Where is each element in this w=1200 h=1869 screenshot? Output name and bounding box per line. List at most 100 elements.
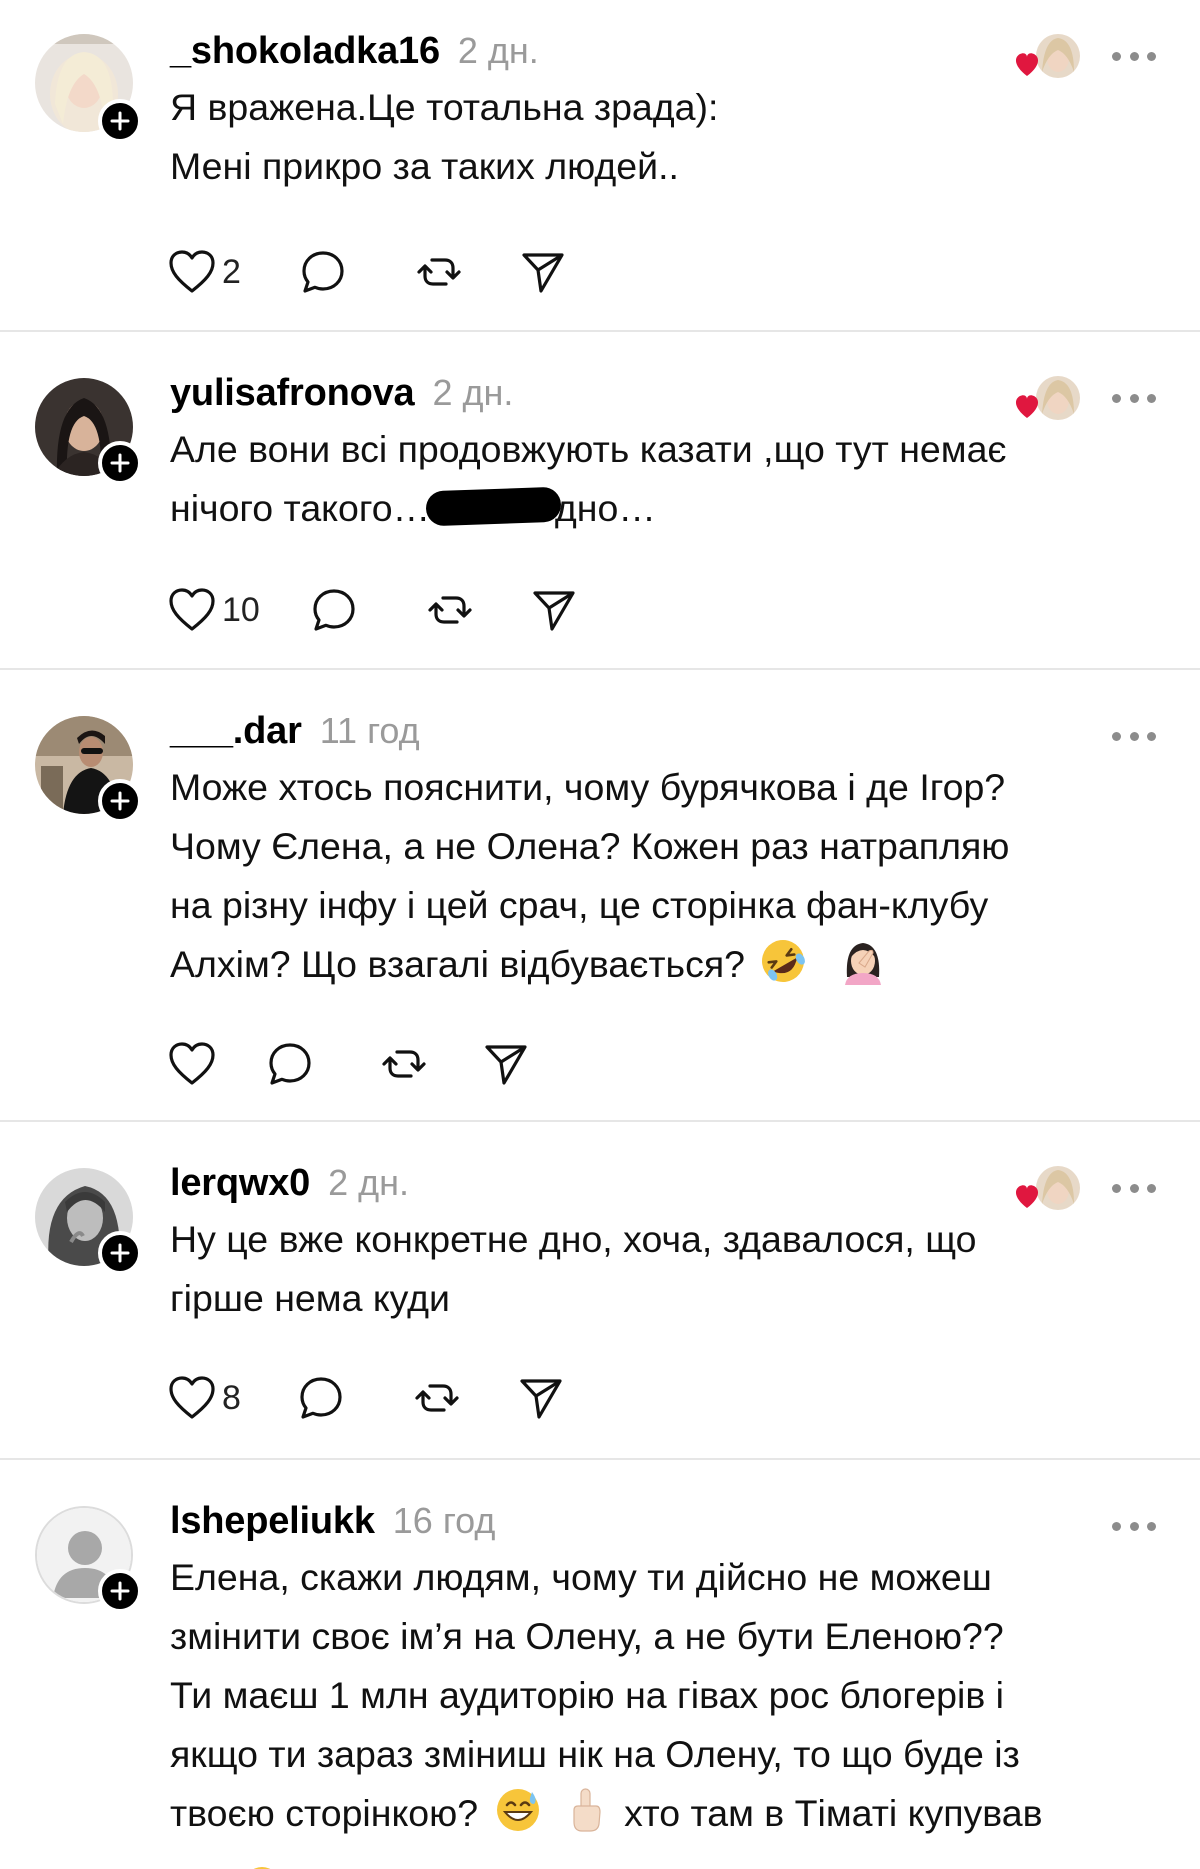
username[interactable]: _shokoladka16 [170,30,440,73]
rolling-on-floor-laughing-emoji-icon [762,940,805,982]
paper-plane-icon [520,1379,562,1419]
timestamp: 2 дн. [432,372,514,413]
post: lshepeliukk 16 год Елена, скажи людям, ч… [0,1464,1200,1869]
post-text-line: якщо ти зараз зміниш нік на Олену, то що… [170,1733,1020,1775]
more-options-button[interactable] [1112,1520,1156,1532]
username[interactable]: yulisafronova [170,372,415,415]
post-text-line: Мені прикро за таких людей.. [170,145,679,187]
divider [0,1458,1200,1460]
speech-bubble-icon [313,589,355,631]
plus-icon [110,1243,130,1263]
like-button[interactable]: 2 [168,249,241,295]
repost-arrows-icon [382,1050,426,1078]
repost-button[interactable] [413,1374,461,1422]
liked-by-author-icon [1015,34,1080,78]
follow-plus-button[interactable] [98,779,142,823]
post-text: Ну це вже конкретне дно, хоча, здавалося… [170,1210,1170,1328]
heart-outline-icon [169,250,215,293]
post: yulisafronova 2 дн. Але вони всі продовж… [0,336,1200,668]
post-text-line: Елена, скажи людям, чому ти дійсно не мо… [170,1556,992,1598]
more-options-button[interactable] [1112,392,1156,404]
post-text-line: Я вражена.Це тотальна зрада): [170,86,719,128]
timestamp: 11 год [319,710,420,751]
post-text-line: твоєю сторінкою? хто там в Тіматі купував [170,1784,1170,1843]
follow-plus-button[interactable] [98,1231,142,1275]
woman-facepalming-emoji-icon [845,943,882,985]
threads-reply-feed: _shokoladka16 2 дн. Я вражена.Це тотальн… [0,0,1200,1869]
divider [0,1120,1200,1122]
redacted-word: йобано [430,479,555,538]
plus-icon [110,1581,130,1601]
like-count: 10 [222,590,260,629]
timestamp: 16 год [392,1500,496,1541]
post: ___.dar 11 год Може хтось пояснити, чому… [0,674,1200,1120]
paper-plane-icon [485,1045,527,1085]
reply-button[interactable] [297,1374,345,1422]
post-text-line: гірше нема куди [170,1277,451,1319]
repost-arrows-icon [415,1384,459,1412]
heart-outline-icon [169,1042,215,1085]
speech-bubble-icon [300,1377,342,1419]
follow-plus-button[interactable] [98,1569,142,1613]
liked-by-author-icon [1015,376,1080,420]
follow-plus-button[interactable] [98,441,142,485]
share-button[interactable] [517,1374,565,1422]
like-button[interactable] [168,1041,216,1087]
heart-outline-icon [169,588,215,631]
heart-outline-icon [169,1376,215,1419]
plus-icon [110,111,130,131]
plus-icon [110,453,130,473]
post-text-fragment: Алхім? Що взагалі відбувається? [170,943,746,985]
post-text-line: Але вони всі продовжують казати ,що тут … [170,428,1007,470]
repost-button[interactable] [426,586,474,634]
post-text-line: Ти маєш 1 млн аудиторію на гівах рос бло… [170,1674,1004,1716]
reply-button[interactable] [299,248,347,296]
timestamp: 2 дн. [328,1162,410,1203]
share-button[interactable] [519,248,567,296]
share-button[interactable] [482,1040,530,1088]
index-pointing-up-emoji-icon [573,1788,601,1832]
post-text: Може хтось пояснити, чому бурячкова і де… [170,758,1170,994]
post: _shokoladka16 2 дн. Я вражена.Це тотальн… [0,0,1200,330]
like-count: 2 [222,252,241,291]
more-options-button[interactable] [1112,50,1156,62]
post-text-fragment: дно… [554,487,656,529]
post-text-line: Ну це вже конкретне дно, хоча, здавалося… [170,1218,977,1260]
post-text-line: нічого такого…йобанодно… [170,479,1170,538]
post-text-fragment: нічого такого… [170,487,431,529]
repost-arrows-icon [417,258,461,286]
paper-plane-icon [522,253,564,293]
grinning-sweat-emoji-icon [497,1789,540,1831]
reply-button[interactable] [266,1040,314,1088]
more-options-button[interactable] [1112,730,1156,742]
post-text-line: Алхім? Що взагалі відбувається? [170,935,1170,994]
share-button[interactable] [530,586,578,634]
repost-button[interactable] [380,1040,428,1088]
post: lerqwx0 2 дн. Ну це вже конкретне дно, х… [0,1126,1200,1458]
divider [0,330,1200,332]
paper-plane-icon [533,591,575,631]
post-text-fragment: твоєю сторінкою? [170,1792,479,1834]
like-button[interactable]: 8 [168,1375,241,1421]
username[interactable]: ___.dar [170,710,302,753]
like-count: 8 [222,1378,241,1417]
more-options-button[interactable] [1112,1182,1156,1194]
post-text-line-cutoff [170,1865,1170,1869]
post-text: Елена, скажи людям, чому ти дійсно не мо… [170,1548,1170,1869]
post-text-line: на різну інфу і цей срач, це сторінка фа… [170,884,989,926]
reply-button[interactable] [310,586,358,634]
liked-by-author-icon [1015,1166,1080,1210]
post-text: Але вони всі продовжують казати ,що тут … [170,420,1170,538]
speech-bubble-icon [302,251,344,293]
post-text-line: Чому Єлена, а не Олена? Кожен раз натрап… [170,825,1010,867]
repost-button[interactable] [415,248,463,296]
post-text-line: змінити своє ім’я на Олену, а не бути Ел… [170,1615,1004,1657]
follow-plus-button[interactable] [98,99,142,143]
post-text: Я вражена.Це тотальна зрада): Мені прикр… [170,78,1170,196]
username[interactable]: lshepeliukk [170,1500,375,1543]
username[interactable]: lerqwx0 [170,1162,310,1205]
speech-bubble-icon [269,1043,311,1085]
plus-icon [110,791,130,811]
divider [0,668,1200,670]
like-button[interactable]: 10 [168,587,260,633]
